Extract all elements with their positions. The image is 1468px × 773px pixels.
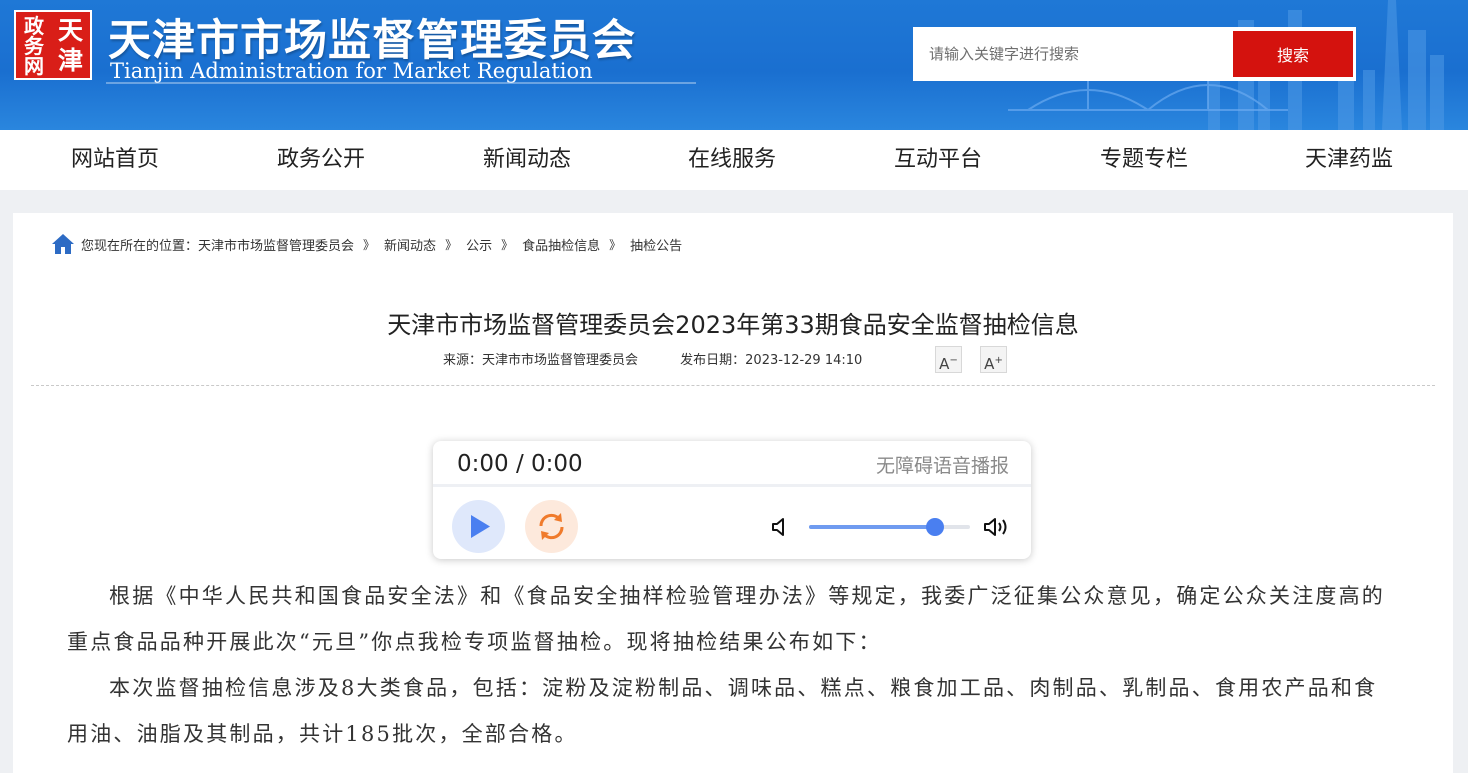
breadcrumb-item[interactable]: 天津市市场监督管理委员会 [198,235,354,254]
loop-button[interactable] [525,500,578,553]
font-increase-label: A [984,355,995,373]
site-title-en: Tianjin Administration for Market Regula… [110,59,593,83]
breadcrumb-separator: 》 [363,237,376,252]
site-header: 天 津 政 务 网 天津市市场监督管理委员会 Tianjin Administr… [0,0,1468,130]
player-label: 无障碍语音播报 [875,455,1009,477]
search-input[interactable] [921,31,1247,77]
site-logo-seal[interactable]: 天 津 政 务 网 [14,10,92,80]
seal-char: 务 [24,34,44,58]
nav-item-online-service[interactable]: 在线服务 [664,130,800,190]
home-icon [52,234,74,254]
article-container: 您现在所在的位置： 天津市市场监督管理委员会 》 新闻动态 》 公示 》 食品抽… [13,213,1453,773]
seal-char: 政 [24,14,44,38]
seal-char: 津 [58,46,84,75]
article-source: 来源：天津市市场监督管理委员会 [443,353,639,368]
search-button[interactable]: 搜索 [1233,31,1353,77]
breadcrumb-item[interactable]: 公示 [466,235,492,254]
breadcrumb-item[interactable]: 食品抽检信息 [522,235,600,254]
play-button[interactable] [452,500,505,553]
main-nav: 网站首页 政务公开 新闻动态 在线服务 互动平台 专题专栏 天津药监 [0,130,1468,190]
volume-slider[interactable] [809,518,970,536]
breadcrumb-separator: 》 [609,237,622,252]
article-paragraph: 根据《中华人民共和国食品安全法》和《食品安全抽样检验管理办法》等规定，我委广泛征… [67,584,1385,654]
title-divider [31,385,1435,386]
player-divider [433,484,1031,487]
volume-knob[interactable] [925,518,944,536]
nav-item-news[interactable]: 新闻动态 [459,130,595,190]
nav-item-government-affairs[interactable]: 政务公开 [253,130,389,190]
seal-char: 网 [24,54,44,78]
seal-char: 天 [58,16,84,45]
font-decrease-button[interactable]: A− [935,346,962,373]
play-icon [471,515,490,538]
nav-item-drug-supervision[interactable]: 天津药监 [1281,130,1417,190]
breadcrumb-separator: 》 [501,237,514,252]
article-meta: 来源：天津市市场监督管理委员会 发布日期：2023-12-29 14:10 [443,349,862,368]
volume-high-icon[interactable] [983,515,1013,539]
breadcrumb: 您现在所在的位置： 天津市市场监督管理委员会 》 新闻动态 》 公示 》 食品抽… [51,233,682,255]
audio-player: 0:00 / 0:00 无障碍语音播报 [433,441,1031,559]
font-increase-button[interactable]: A+ [980,346,1007,373]
breadcrumb-prefix: 您现在所在的位置： [81,238,199,254]
nav-item-special-topics[interactable]: 专题专栏 [1076,130,1212,190]
article-date: 发布日期：2023-12-29 14:10 [680,353,863,368]
nav-item-interaction[interactable]: 互动平台 [870,130,1006,190]
volume-low-icon[interactable] [770,516,790,538]
breadcrumb-item[interactable]: 抽检公告 [630,235,682,254]
article-title: 天津市市场监督管理委员会2023年第33期食品安全监督抽检信息 [387,311,1079,339]
breadcrumb-item[interactable]: 新闻动态 [384,235,436,254]
font-decrease-label: A [939,355,950,373]
title-underline [106,82,696,84]
loop-icon [539,513,564,540]
player-time: 0:00 / 0:00 [457,451,583,477]
breadcrumb-separator: 》 [445,237,458,252]
nav-item-home[interactable]: 网站首页 [47,130,183,190]
volume-fill [809,525,935,529]
article-paragraph: 本次监督抽检信息涉及8大类食品，包括：淀粉及淀粉制品、调味品、糕点、粮食加工品、… [67,676,1378,746]
search-box: 搜索 [913,27,1356,81]
